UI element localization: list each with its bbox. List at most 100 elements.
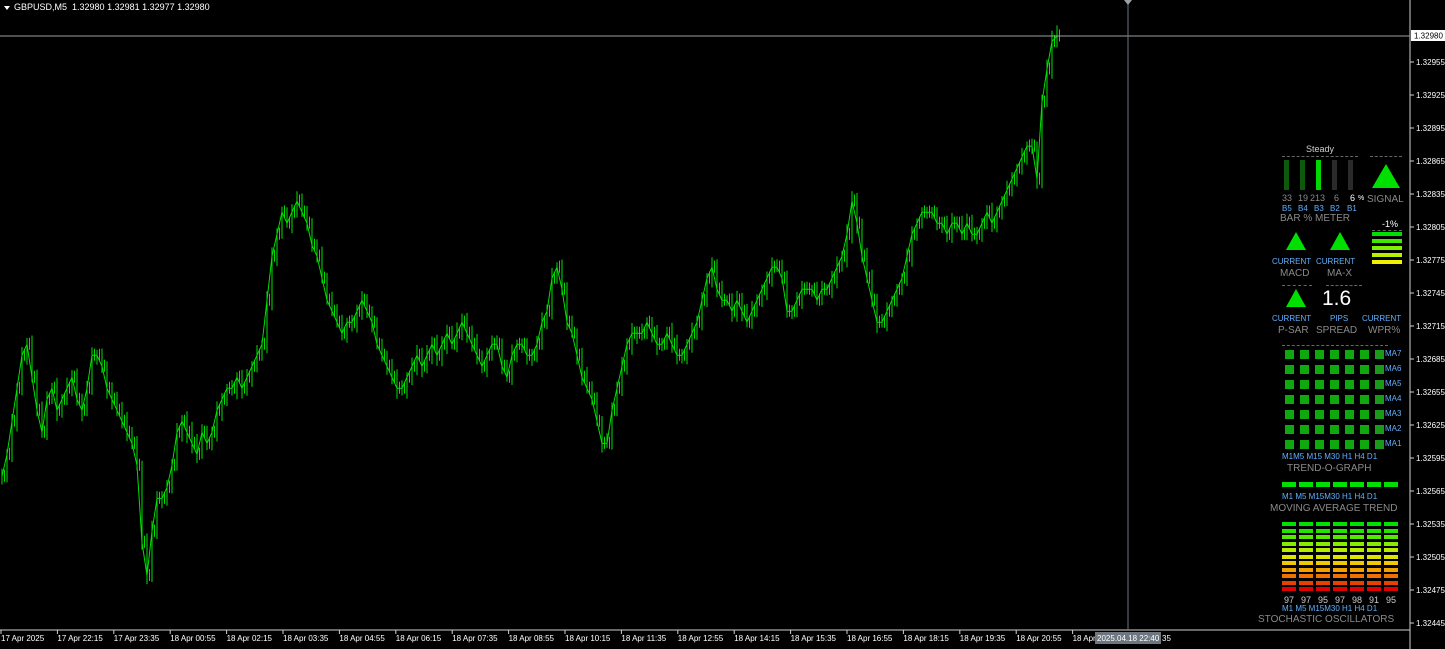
trend-cell [1345, 440, 1354, 449]
time-tick-label: 18 Apr 03:35 [283, 634, 329, 643]
trend-cell [1345, 350, 1354, 359]
bar-unit: % [1358, 195, 1365, 202]
trend-cell [1375, 440, 1384, 449]
stochastic-segment [1299, 522, 1313, 526]
price-tick-label: 1.32835 [1416, 190, 1445, 199]
time-tick-label: 17 Apr 2025 [1, 634, 45, 643]
stochastic-segment [1384, 567, 1398, 572]
trend-row-label: MA7 [1385, 349, 1402, 358]
psar-state: CURRENT [1272, 314, 1312, 323]
stochastic-segment [1367, 522, 1381, 526]
stochastic-segment [1282, 554, 1296, 559]
stochastic-segment [1350, 522, 1364, 526]
ma-trend-bar [1299, 482, 1313, 487]
stochastic-segment [1350, 580, 1364, 585]
time-tick-label: 18 Apr 20:55 [1016, 634, 1062, 643]
signal-caption: SIGNAL [1367, 194, 1404, 205]
price-tick-label: 1.32955 [1416, 58, 1445, 67]
dropdown-icon[interactable] [4, 5, 10, 10]
ma-trend-caption: MOVING AVERAGE TREND [1270, 503, 1398, 514]
bar-meter-divider [1282, 156, 1358, 157]
trend-cell [1315, 380, 1324, 389]
trend-cell [1300, 350, 1309, 359]
stochastic-segment [1299, 554, 1313, 559]
time-tick-label: 18 Apr 15:35 [791, 634, 837, 643]
trend-cell [1315, 395, 1324, 404]
wpr-state: CURRENT [1362, 314, 1402, 323]
trend-cell [1300, 380, 1309, 389]
price-tick-label: 1.32745 [1416, 289, 1445, 298]
time-tick-label: 18 Apr 02:15 [227, 634, 273, 643]
price-tick-label: 1.32655 [1416, 388, 1445, 397]
stochastic-col-labels: M1 M5 M15M30 H1 H4 D1 [1282, 604, 1378, 613]
signal-divider [1370, 156, 1402, 157]
stochastic-segment [1282, 522, 1296, 526]
macd-caption: MACD [1280, 268, 1310, 279]
time-tick-label: 18 Apr 12:55 [678, 634, 724, 643]
stochastic-segment [1350, 561, 1364, 565]
trend-cell [1300, 410, 1309, 419]
quote-values: 1.32980 1.32981 1.32977 1.32980 [72, 2, 210, 12]
stochastic-segment [1282, 587, 1296, 591]
time-tick-label: 18 Apr [1073, 634, 1096, 643]
macd-state: CURRENT [1272, 257, 1312, 266]
time-tick-label: 18 Apr 18:15 [903, 634, 949, 643]
price-chart[interactable]: 1.32955 1.32925 1.32895 1.32865 1.32835 1.328… [0, 0, 1445, 649]
price-tick-label: 1.32535 [1416, 520, 1445, 529]
stochastic-segment [1384, 561, 1398, 565]
trend-cell [1285, 395, 1294, 404]
ma-x-caption: MA-X [1327, 268, 1352, 279]
stochastic-segment [1299, 561, 1313, 565]
trend-cell [1330, 395, 1339, 404]
stochastic-caption: STOCHASTIC OSCILLATORS [1258, 614, 1395, 625]
trend-cell [1345, 410, 1354, 419]
symbol-header[interactable]: GBPUSD,M5 1.32980 1.32981 1.32977 1.3298… [4, 2, 210, 12]
stochastic-segment [1316, 541, 1330, 546]
stochastic-segment [1316, 580, 1330, 585]
trend-cell [1285, 425, 1294, 434]
stochastic-segment [1282, 567, 1296, 572]
bar-b2-value: 6 [1334, 193, 1340, 203]
price-tick-label: 1.32595 [1416, 454, 1445, 463]
trend-cell [1360, 440, 1369, 449]
stochastic-segment [1282, 561, 1296, 565]
stochastic-segment [1350, 567, 1364, 572]
time-tick-label: 18 Apr 11:35 [621, 634, 666, 643]
stochastic-segment [1333, 554, 1347, 559]
stochastic-segment [1299, 528, 1313, 533]
current-price-label: 1.32980 [1414, 32, 1443, 41]
time-tick-label: 17 Apr 23:35 [114, 634, 160, 643]
stochastic-segment [1333, 535, 1347, 539]
time-tick-label: 18 Apr 06:15 [396, 634, 442, 643]
trend-row-label: MA2 [1385, 424, 1402, 433]
stochastic-segment [1333, 548, 1347, 552]
trend-graph-caption: TREND-O-GRAPH [1287, 463, 1372, 474]
time-tick-label: 18 Apr 07:35 [452, 634, 498, 643]
stochastic-segment [1384, 587, 1398, 591]
bar-b1 [1348, 160, 1353, 190]
bar-b2-label: B2 [1330, 204, 1340, 213]
stochastic-segment [1384, 522, 1398, 526]
stochastic-segment [1367, 567, 1381, 572]
trend-row-label: MA6 [1385, 364, 1402, 373]
spread-unit: PIPS [1330, 314, 1349, 323]
trend-cell [1375, 395, 1384, 404]
psar-up-arrow-icon [1286, 289, 1306, 307]
trend-graph-grid: MA7 MA6 MA5 MA4 MA3 MA2 MA1 [1285, 349, 1401, 450]
stochastic-segment [1316, 587, 1330, 591]
price-tick-label: 1.32715 [1416, 322, 1445, 331]
stochastic-segment [1367, 561, 1381, 565]
ma-x-state: CURRENT [1316, 257, 1356, 266]
trend-cell [1315, 365, 1324, 374]
stochastic-segment [1316, 528, 1330, 533]
stochastic-segment [1367, 535, 1381, 539]
stochastic-segment [1350, 541, 1364, 546]
price-tick-label: 1.32565 [1416, 487, 1445, 496]
trend-cell [1360, 410, 1369, 419]
trend-cell [1300, 425, 1309, 434]
stochastic-segment [1367, 554, 1381, 559]
time-tick-label: 18 Apr 10:15 [565, 634, 611, 643]
bar-b4-label: B4 [1298, 204, 1308, 213]
stochastic-segment [1333, 561, 1347, 565]
stochastic-segment [1316, 548, 1330, 552]
